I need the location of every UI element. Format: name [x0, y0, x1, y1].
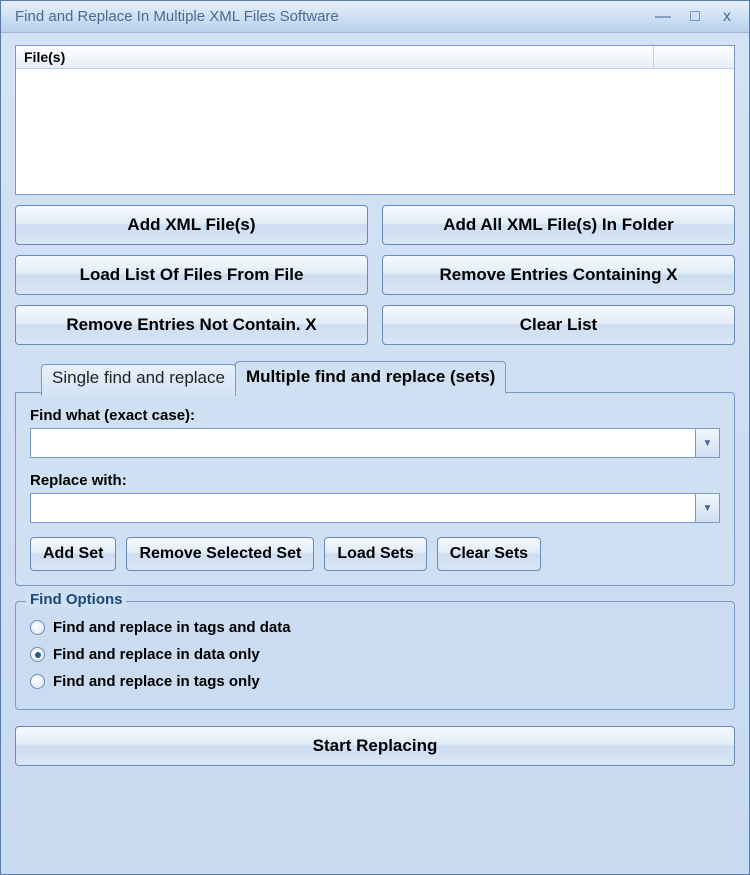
find-input[interactable] [30, 428, 696, 458]
app-window: Find and Replace In Multiple XML Files S… [0, 0, 750, 875]
add-set-button[interactable]: Add Set [30, 537, 116, 571]
radio-label-data-only: Find and replace in data only [53, 646, 260, 663]
load-list-button[interactable]: Load List Of Files From File [15, 255, 368, 295]
file-buttons-grid: Add XML File(s) Add All XML File(s) In F… [15, 205, 735, 345]
radio-tags-data[interactable] [30, 620, 45, 635]
file-header-spacer [654, 46, 734, 68]
radio-row-data-only[interactable]: Find and replace in data only [30, 641, 720, 668]
replace-dropdown-icon[interactable]: ▼ [696, 493, 720, 523]
add-all-folder-button[interactable]: Add All XML File(s) In Folder [382, 205, 735, 245]
find-options-fieldset: Find Options Find and replace in tags an… [15, 601, 735, 710]
tab-panel: Single find and replace Multiple find an… [15, 361, 735, 587]
radio-row-tags-only[interactable]: Find and replace in tags only [30, 668, 720, 695]
start-replacing-button[interactable]: Start Replacing [15, 726, 735, 766]
close-icon[interactable]: x [713, 7, 741, 27]
find-dropdown-icon[interactable]: ▼ [696, 428, 720, 458]
file-list-body[interactable] [16, 69, 734, 194]
replace-combo: ▼ [30, 493, 720, 523]
file-header-files[interactable]: File(s) [16, 46, 654, 68]
add-xml-button[interactable]: Add XML File(s) [15, 205, 368, 245]
content-area: File(s) Add XML File(s) Add All XML File… [1, 33, 749, 874]
window-title: Find and Replace In Multiple XML Files S… [15, 8, 649, 25]
radio-row-tags-data[interactable]: Find and replace in tags and data [30, 614, 720, 641]
titlebar: Find and Replace In Multiple XML Files S… [1, 1, 749, 33]
radio-label-tags-data: Find and replace in tags and data [53, 619, 291, 636]
file-list-header: File(s) [16, 46, 734, 69]
maximize-icon[interactable]: □ [681, 7, 709, 27]
load-sets-button[interactable]: Load Sets [324, 537, 426, 571]
radio-data-only[interactable] [30, 647, 45, 662]
minimize-icon[interactable]: — [649, 7, 677, 27]
radio-label-tags-only: Find and replace in tags only [53, 673, 260, 690]
remove-containing-button[interactable]: Remove Entries Containing X [382, 255, 735, 295]
find-label: Find what (exact case): [30, 407, 720, 424]
remove-set-button[interactable]: Remove Selected Set [126, 537, 314, 571]
radio-tags-only[interactable] [30, 674, 45, 689]
replace-input[interactable] [30, 493, 696, 523]
tab-single[interactable]: Single find and replace [41, 364, 236, 396]
file-list-panel: File(s) [15, 45, 735, 195]
find-options-legend: Find Options [26, 591, 126, 608]
clear-list-button[interactable]: Clear List [382, 305, 735, 345]
tab-strip: Single find and replace Multiple find an… [15, 361, 735, 393]
set-buttons-row: Add Set Remove Selected Set Load Sets Cl… [30, 537, 720, 571]
window-controls: — □ x [649, 7, 741, 27]
replace-label: Replace with: [30, 472, 720, 489]
tab-body: Find what (exact case): ▼ Replace with: … [15, 392, 735, 586]
remove-not-containing-button[interactable]: Remove Entries Not Contain. X [15, 305, 368, 345]
find-combo: ▼ [30, 428, 720, 458]
tab-multiple[interactable]: Multiple find and replace (sets) [235, 361, 506, 394]
clear-sets-button[interactable]: Clear Sets [437, 537, 541, 571]
